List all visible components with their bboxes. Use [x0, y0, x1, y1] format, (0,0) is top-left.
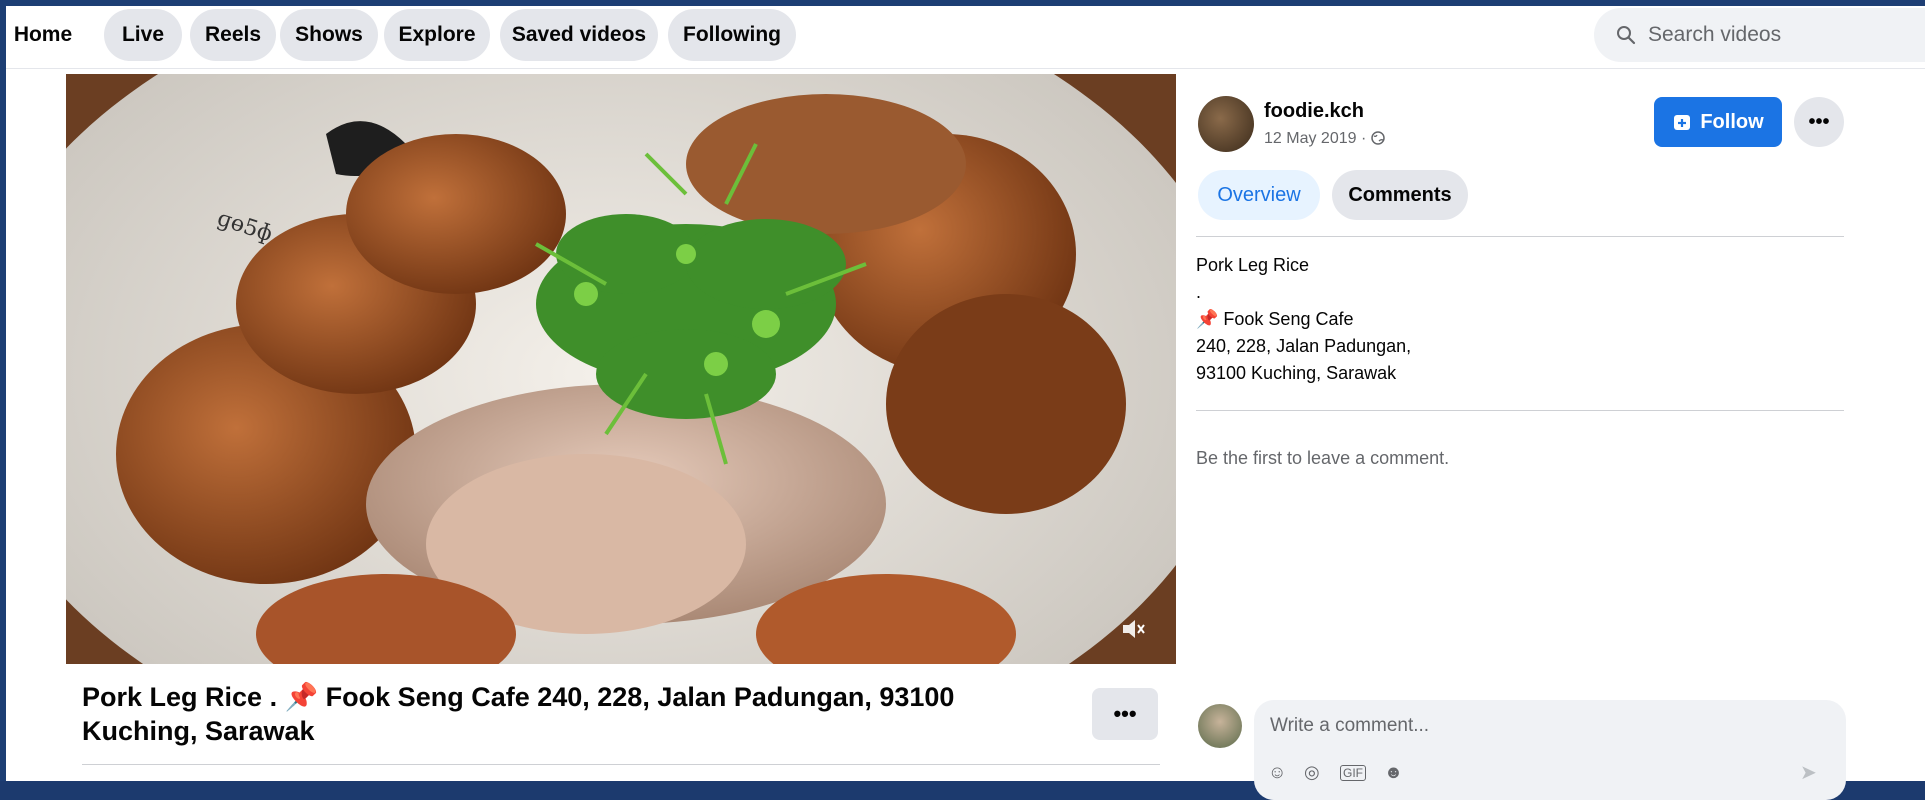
description-line: 93100 Kuching, Sarawak — [1196, 363, 1397, 383]
video-more-button[interactable]: ••• — [1092, 688, 1158, 740]
tab-comments[interactable]: Comments — [1332, 170, 1468, 220]
post-description: Pork Leg Rice . 📌 Fook Seng Cafe 240, 22… — [1196, 252, 1411, 387]
volume-muted-icon[interactable] — [1120, 616, 1146, 642]
description-line: Pork Leg Rice — [1196, 255, 1310, 275]
follow-label: Follow — [1700, 110, 1764, 133]
nav-tab-live[interactable]: Live — [104, 9, 182, 61]
comment-input[interactable] — [1268, 714, 1812, 738]
send-icon[interactable]: ➤ — [1800, 760, 1817, 785]
globe-icon — [1370, 131, 1385, 145]
description-line: 📌 Fook Seng Cafe — [1196, 309, 1354, 329]
follow-page-icon — [1674, 115, 1691, 130]
sticker-icon[interactable]: ☻ — [1384, 762, 1403, 783]
description-line: 240, 228, Jalan Padungan, — [1196, 336, 1412, 356]
divider — [82, 764, 1160, 765]
video-title: Pork Leg Rice . 📌 Fook Seng Cafe 240, 22… — [82, 682, 955, 746]
comment-composer[interactable]: ☺ ◎ GIF ☻ ➤ — [1254, 700, 1846, 800]
top-navigation: Home Live Reels Shows Explore Saved vide… — [0, 6, 1925, 69]
post-date[interactable]: 12 May 2019 · — [1264, 130, 1385, 148]
tab-overview[interactable]: Overview — [1198, 170, 1320, 220]
author-name[interactable]: foodie.kch — [1264, 100, 1364, 123]
video-frame-image: ɡɵ5ɸ — [66, 74, 1176, 664]
post-date-text: 12 May 2019 · — [1264, 130, 1367, 147]
post-more-button[interactable]: ••• — [1794, 97, 1844, 147]
search-input[interactable] — [1646, 22, 1900, 48]
video-player[interactable]: ɡɵ5ɸ — [66, 74, 1176, 664]
gif-icon[interactable]: GIF — [1340, 765, 1366, 781]
nav-tab-saved-videos[interactable]: Saved videos — [500, 9, 658, 61]
search-icon — [1617, 26, 1636, 45]
window-edge — [0, 0, 6, 781]
app-frame: Home Live Reels Shows Explore Saved vide… — [0, 0, 1925, 800]
nav-tab-explore[interactable]: Explore — [384, 9, 490, 61]
divider — [1196, 236, 1844, 237]
author-avatar[interactable] — [1198, 96, 1254, 152]
follow-button[interactable]: Follow — [1654, 97, 1782, 147]
current-user-avatar[interactable] — [1198, 704, 1242, 748]
camera-icon[interactable]: ◎ — [1304, 762, 1320, 783]
nav-tab-reels[interactable]: Reels — [190, 9, 276, 61]
nav-tab-shows[interactable]: Shows — [280, 9, 378, 61]
window-edge — [0, 0, 1925, 6]
nav-tab-following[interactable]: Following — [668, 9, 796, 61]
divider — [1196, 410, 1844, 411]
empty-comments-message: Be the first to leave a comment. — [1196, 448, 1450, 468]
nav-tab-home[interactable]: Home — [8, 9, 78, 61]
emoji-icon[interactable]: ☺ — [1268, 762, 1286, 783]
description-line: . — [1196, 282, 1202, 302]
search-box[interactable] — [1594, 8, 1925, 62]
